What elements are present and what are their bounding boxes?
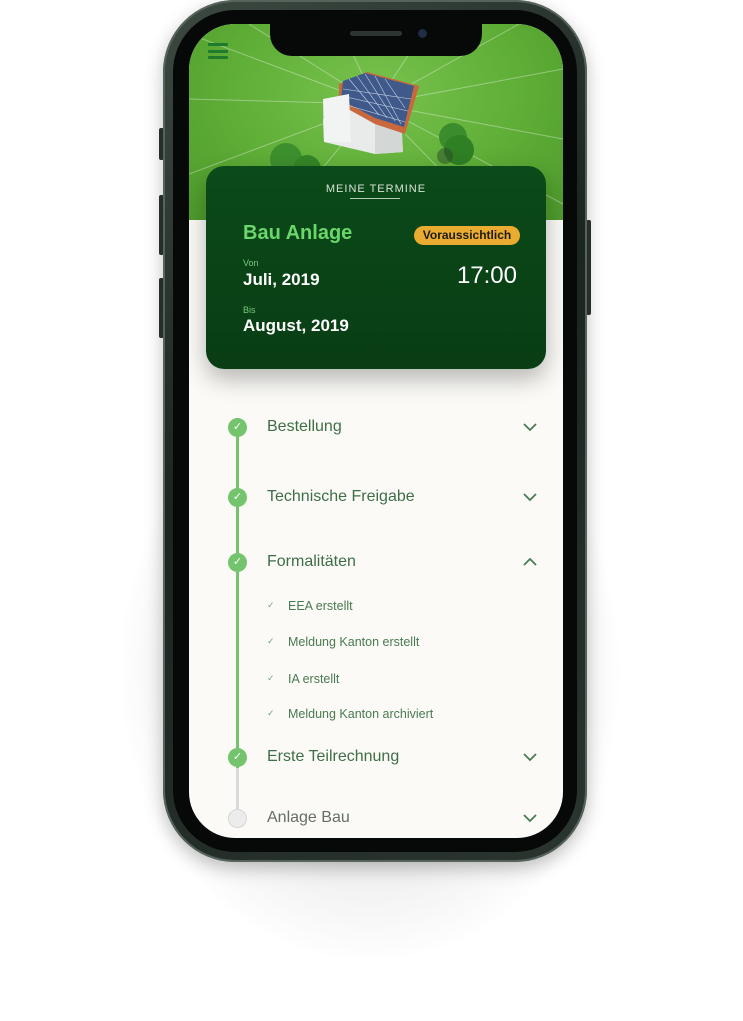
step-erste-teilrechnung[interactable]: ✓ Erste Teilrechnung [189, 744, 563, 774]
appointment-card: MEINE TERMINE Bau Anlage Voraussichtlich… [206, 166, 546, 369]
until-label: Bis [243, 305, 256, 315]
step-label: Anlage Bau [267, 809, 350, 826]
timeline-line-done [236, 418, 239, 768]
pending-step-icon [228, 809, 247, 828]
earpiece-speaker [350, 31, 402, 36]
step-label: Formalitäten [267, 553, 356, 570]
check-icon: ✓ [267, 673, 275, 683]
chevron-down-icon[interactable] [522, 489, 538, 505]
step-anlage-bau[interactable]: Anlage Bau [189, 805, 563, 835]
check-icon: ✓ [267, 636, 275, 646]
step-label: Erste Teilrechnung [267, 748, 400, 765]
until-date: August, 2019 [243, 316, 349, 335]
check-icon: ✓ [228, 418, 247, 437]
chevron-down-icon[interactable] [522, 419, 538, 435]
step-technische-freigabe[interactable]: ✓ Technische Freigabe [189, 484, 563, 514]
front-camera [418, 29, 427, 38]
check-icon: ✓ [228, 553, 247, 572]
appointment-title: Bau Anlage [243, 222, 353, 244]
check-icon: ✓ [267, 600, 275, 610]
chevron-down-icon[interactable] [522, 810, 538, 826]
from-date: Juli, 2019 [243, 270, 320, 289]
device-mockup-stage: MEINE TERMINE Bau Anlage Voraussichtlich… [0, 0, 743, 1021]
app-screen: MEINE TERMINE Bau Anlage Voraussichtlich… [189, 24, 563, 838]
chevron-up-icon[interactable] [522, 554, 538, 570]
appointment-time: 17:00 [456, 262, 517, 289]
step-label: Technische Freigabe [267, 488, 415, 505]
step-label: Bestellung [267, 418, 342, 435]
subitem-label: IA erstellt [288, 672, 340, 686]
card-heading-underline [350, 198, 400, 199]
hamburger-menu-icon[interactable] [208, 43, 228, 61]
subitem-label: Meldung Kanton erstellt [288, 635, 420, 649]
phone-notch [270, 24, 482, 56]
check-icon: ✓ [267, 708, 275, 718]
progress-timeline: ✓ Bestellung ✓ Technische Freigabe ✓ For… [189, 404, 563, 838]
step-formalitaeten[interactable]: ✓ Formalitäten [189, 549, 563, 579]
from-label: Von [243, 258, 259, 268]
card-heading: MEINE TERMINE [325, 183, 427, 195]
chevron-down-icon[interactable] [522, 749, 538, 765]
subitem-label: Meldung Kanton archiviert [288, 707, 434, 721]
check-icon: ✓ [228, 748, 247, 767]
step-bestellung[interactable]: ✓ Bestellung [189, 414, 563, 444]
subitem-label: EEA erstellt [288, 599, 353, 613]
check-icon: ✓ [228, 488, 247, 507]
status-badge: Voraussichtlich [414, 226, 520, 245]
